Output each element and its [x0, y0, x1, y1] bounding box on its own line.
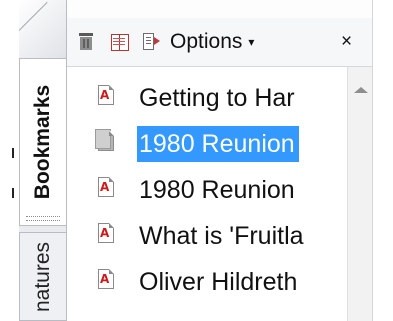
tab-bookmarks-label: Bookmarks	[31, 84, 54, 200]
tab-signatures[interactable]: natures	[19, 232, 66, 321]
bookmark-item-selected[interactable]: 1980 Reunion	[67, 123, 347, 167]
bookmark-item[interactable]: A 1980 Reunion	[67, 169, 347, 213]
tab-grip	[26, 216, 60, 221]
bookmark-item[interactable]: A What is 'Fruitla	[67, 215, 347, 259]
edge-mark	[12, 148, 14, 158]
tab-signatures-label: natures	[31, 241, 54, 312]
vertical-scrollbar[interactable]	[347, 67, 373, 321]
bookmark-label: Oliver Hildreth	[139, 268, 298, 296]
trash-icon[interactable]	[77, 32, 95, 50]
window-left-edge	[0, 0, 19, 321]
expand-bookmark-icon[interactable]	[142, 32, 160, 50]
pdf-icon: A	[98, 223, 114, 243]
options-menu-button[interactable]: Options ▾	[170, 28, 254, 56]
panel-corner-fold	[19, 0, 66, 58]
close-panel-button[interactable]: ×	[341, 28, 352, 56]
edge-mark	[12, 188, 14, 198]
bookmark-label: 1980 Reunion	[137, 126, 299, 162]
tab-bookmarks[interactable]: Bookmarks	[19, 58, 66, 226]
pdf-icon: A	[98, 269, 114, 289]
bookmark-item[interactable]: A Getting to Har	[67, 77, 347, 121]
options-label: Options	[170, 30, 243, 53]
bookmark-label: What is 'Fruitla	[139, 222, 304, 250]
bookmarks-toolbar: Options ▾ ×	[67, 18, 372, 67]
bookmark-book-icon[interactable]	[110, 32, 129, 51]
bookmark-list: A Getting to Har 1980 Reunion A 1980 Reu…	[67, 67, 347, 321]
bookmark-label: 1980 Reunion	[139, 176, 295, 204]
pdf-pages-icon	[95, 129, 114, 151]
bookmark-item[interactable]: A Oliver Hildreth	[67, 261, 347, 305]
scroll-up-arrow-icon[interactable]	[354, 87, 368, 93]
chevron-down-icon: ▾	[248, 35, 255, 50]
bookmarks-panel: Bookmarks natures Options ▾ × A Getting t…	[0, 0, 393, 321]
bookmark-label: Getting to Har	[139, 84, 295, 112]
window-right-edge	[372, 0, 393, 321]
pdf-icon: A	[98, 177, 114, 197]
pdf-icon: A	[98, 85, 114, 105]
